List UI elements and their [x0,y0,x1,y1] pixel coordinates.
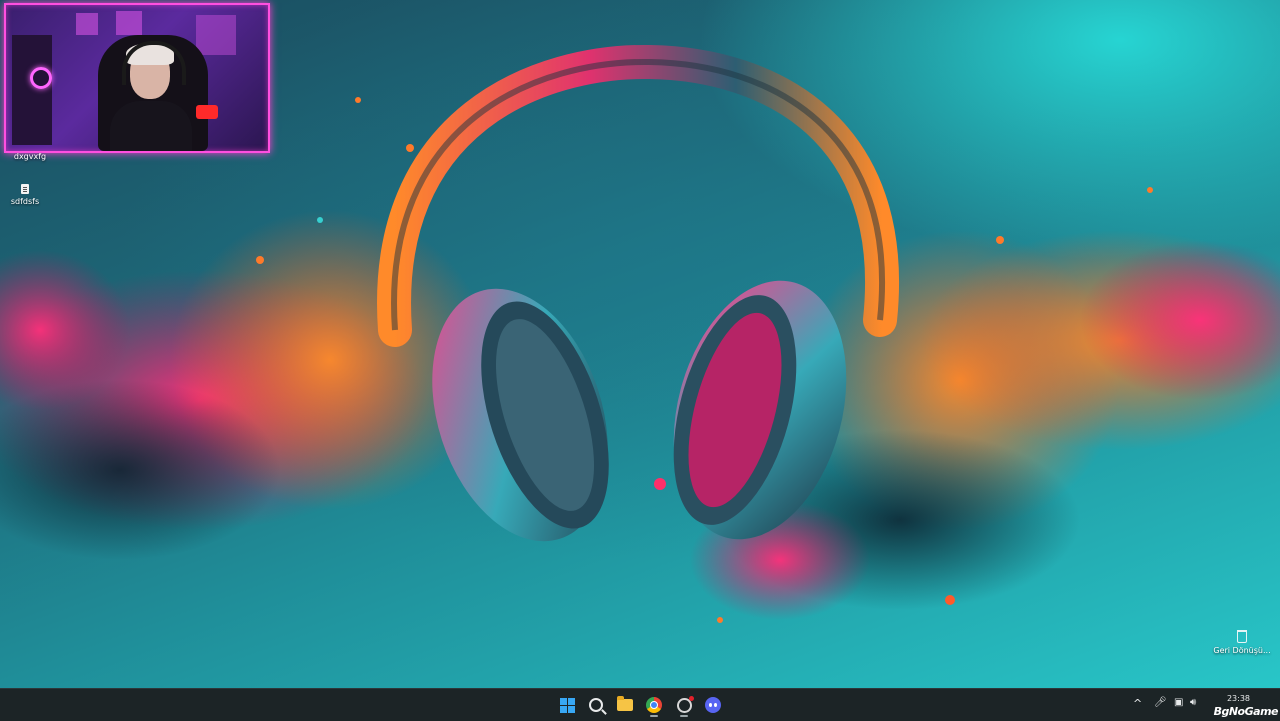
microphone-icon[interactable]: 🎤︎ [1154,697,1167,708]
discord-button[interactable] [701,693,725,717]
desktop[interactable]: dxgvxfg sdfdsfs Geri Dönüşü... [0,0,1280,688]
recycle-bin-icon [1237,630,1247,643]
windows-icon [559,697,575,713]
clock-time: 23:38 [1226,694,1250,703]
clock[interactable]: 23:38 [1227,693,1250,704]
folder-icon [617,696,633,711]
volume-icon[interactable]: 🔊︎ [1190,697,1196,708]
recycle-bin[interactable]: Geri Dönüşü... [1212,630,1272,655]
discord-icon [705,697,721,713]
taskbar: ^ 🎤︎ ▣ 🔊︎ 23:38 BgNoGame [0,688,1280,721]
chrome-button[interactable] [642,693,666,717]
desktop-icon-label: sdfdsfs [10,197,40,206]
watermark: BgNoGame [1213,705,1279,718]
obs-button[interactable] [672,693,696,717]
network-icon[interactable]: ▣ [1174,697,1183,708]
desktop-icon-label: dxgvxfg [13,152,47,161]
webcam-overlay [4,3,270,153]
file-explorer-button[interactable] [613,693,637,717]
chrome-icon [646,697,662,713]
recycle-bin-label: Geri Dönüşü... [1213,646,1271,655]
tray-chevron-icon[interactable]: ^ [1133,697,1142,710]
desktop-icon-dxgvxfg[interactable]: dxgvxfg [0,152,60,161]
obs-icon [676,695,694,713]
desktop-icon-sdfdsfs[interactable]: sdfdsfs [0,184,55,206]
text-file-icon [21,184,29,194]
start-button[interactable] [555,693,579,717]
search-button[interactable] [584,693,608,717]
search-icon [589,698,603,712]
